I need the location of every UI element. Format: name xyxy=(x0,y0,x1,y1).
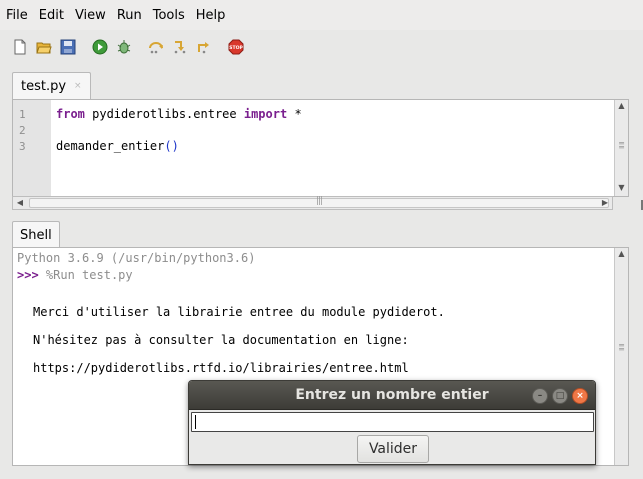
integer-input-field[interactable] xyxy=(191,412,594,432)
shell-tabstrip: Shell xyxy=(10,221,625,248)
scroll-grip-icon[interactable]: ═ ═ xyxy=(617,140,626,152)
code-line-1: from pydiderotlibs.entree import * xyxy=(56,107,302,121)
tab-test-py[interactable]: test.py × xyxy=(12,72,91,99)
shell-version-line: Python 3.6.9 (/usr/bin/python3.6) xyxy=(17,251,256,265)
shell-output-line: N'hésitez pas à consulter la documentati… xyxy=(33,333,409,347)
menu-edit[interactable]: Edit xyxy=(39,8,64,23)
code-editor[interactable]: 1 2 3 from pydiderotlibs.entree import *… xyxy=(12,99,629,197)
menu-help[interactable]: Help xyxy=(196,8,226,23)
keyword-from: from xyxy=(56,107,85,121)
shell-prompt: >>> xyxy=(17,268,39,282)
editor-horizontal-scrollbar[interactable]: ◀ ||| ▶ xyxy=(12,196,613,210)
minimize-icon[interactable]: – xyxy=(532,388,548,404)
line-number: 2 xyxy=(19,124,26,137)
tab-label: test.py xyxy=(21,78,67,94)
open-folder-icon[interactable] xyxy=(36,39,52,55)
shell-run-line: >>> %Run test.py xyxy=(17,268,133,282)
keyword-import: import xyxy=(243,107,288,121)
scroll-up-icon[interactable]: ▲ xyxy=(615,248,628,260)
scroll-down-icon[interactable]: ▼ xyxy=(615,182,628,194)
stop-icon-label: STOP xyxy=(229,45,243,51)
code-line-3: demander_entier() xyxy=(56,139,179,153)
code-area[interactable]: from pydiderotlibs.entree import * deman… xyxy=(56,100,302,156)
call-parens: () xyxy=(164,139,179,153)
import-target: * xyxy=(287,107,302,121)
stop-icon[interactable]: STOP xyxy=(228,39,244,55)
menu-bar: File Edit View Run Tools Help xyxy=(0,0,643,30)
function-name: demander_entier xyxy=(56,139,165,153)
line-number: 3 xyxy=(19,140,26,153)
debug-icon[interactable] xyxy=(116,39,132,55)
tab-close-icon[interactable]: × xyxy=(74,81,82,91)
scroll-grip-icon: ||| xyxy=(316,196,323,206)
menu-run[interactable]: Run xyxy=(117,8,142,23)
valider-button[interactable]: Valider xyxy=(357,435,429,463)
shell-output-line: Merci d'utiliser la librairie entree du … xyxy=(33,305,445,319)
scroll-left-icon[interactable]: ◀ xyxy=(14,197,26,209)
new-file-icon[interactable] xyxy=(12,39,28,55)
toolbar: STOP xyxy=(0,32,643,62)
maximize-icon[interactable]: □ xyxy=(552,388,568,404)
scroll-grip-icon[interactable]: ═ ═ xyxy=(617,342,626,354)
tab-label: Shell xyxy=(20,227,52,243)
step-into-icon[interactable] xyxy=(172,39,188,55)
shell-output-link[interactable]: https://pydiderotlibs.rtfd.io/librairies… xyxy=(33,361,409,375)
scroll-up-icon[interactable]: ▲ xyxy=(615,100,628,112)
input-dialog: Entrez un nombre entier – □ × Valider xyxy=(188,380,596,465)
menu-tools[interactable]: Tools xyxy=(153,8,185,23)
line-number: 1 xyxy=(19,108,26,121)
shell-vertical-scrollbar[interactable]: ▲ ═ ═ xyxy=(614,248,628,465)
line-number-gutter: 1 2 3 xyxy=(13,100,51,196)
menu-file[interactable]: File xyxy=(6,8,28,23)
menu-view[interactable]: View xyxy=(75,8,106,23)
dialog-titlebar[interactable]: Entrez un nombre entier – □ × xyxy=(189,381,595,410)
editor-tabstrip: test.py × xyxy=(10,72,625,99)
editor-vertical-scrollbar[interactable]: ▲ ═ ═ ▼ xyxy=(614,100,628,196)
step-out-icon[interactable] xyxy=(196,39,212,55)
module-name: pydiderotlibs.entree xyxy=(84,107,244,121)
save-icon[interactable] xyxy=(60,39,76,55)
horizontal-scroll-thumb[interactable]: ||| xyxy=(29,196,609,208)
shell-run-command: %Run test.py xyxy=(45,268,133,282)
text-caret xyxy=(195,415,196,429)
tab-shell[interactable]: Shell xyxy=(12,221,60,248)
run-icon[interactable] xyxy=(92,39,108,55)
scroll-right-icon[interactable]: ▶ xyxy=(599,197,611,209)
step-over-icon[interactable] xyxy=(148,39,164,55)
close-icon[interactable]: × xyxy=(572,388,588,404)
